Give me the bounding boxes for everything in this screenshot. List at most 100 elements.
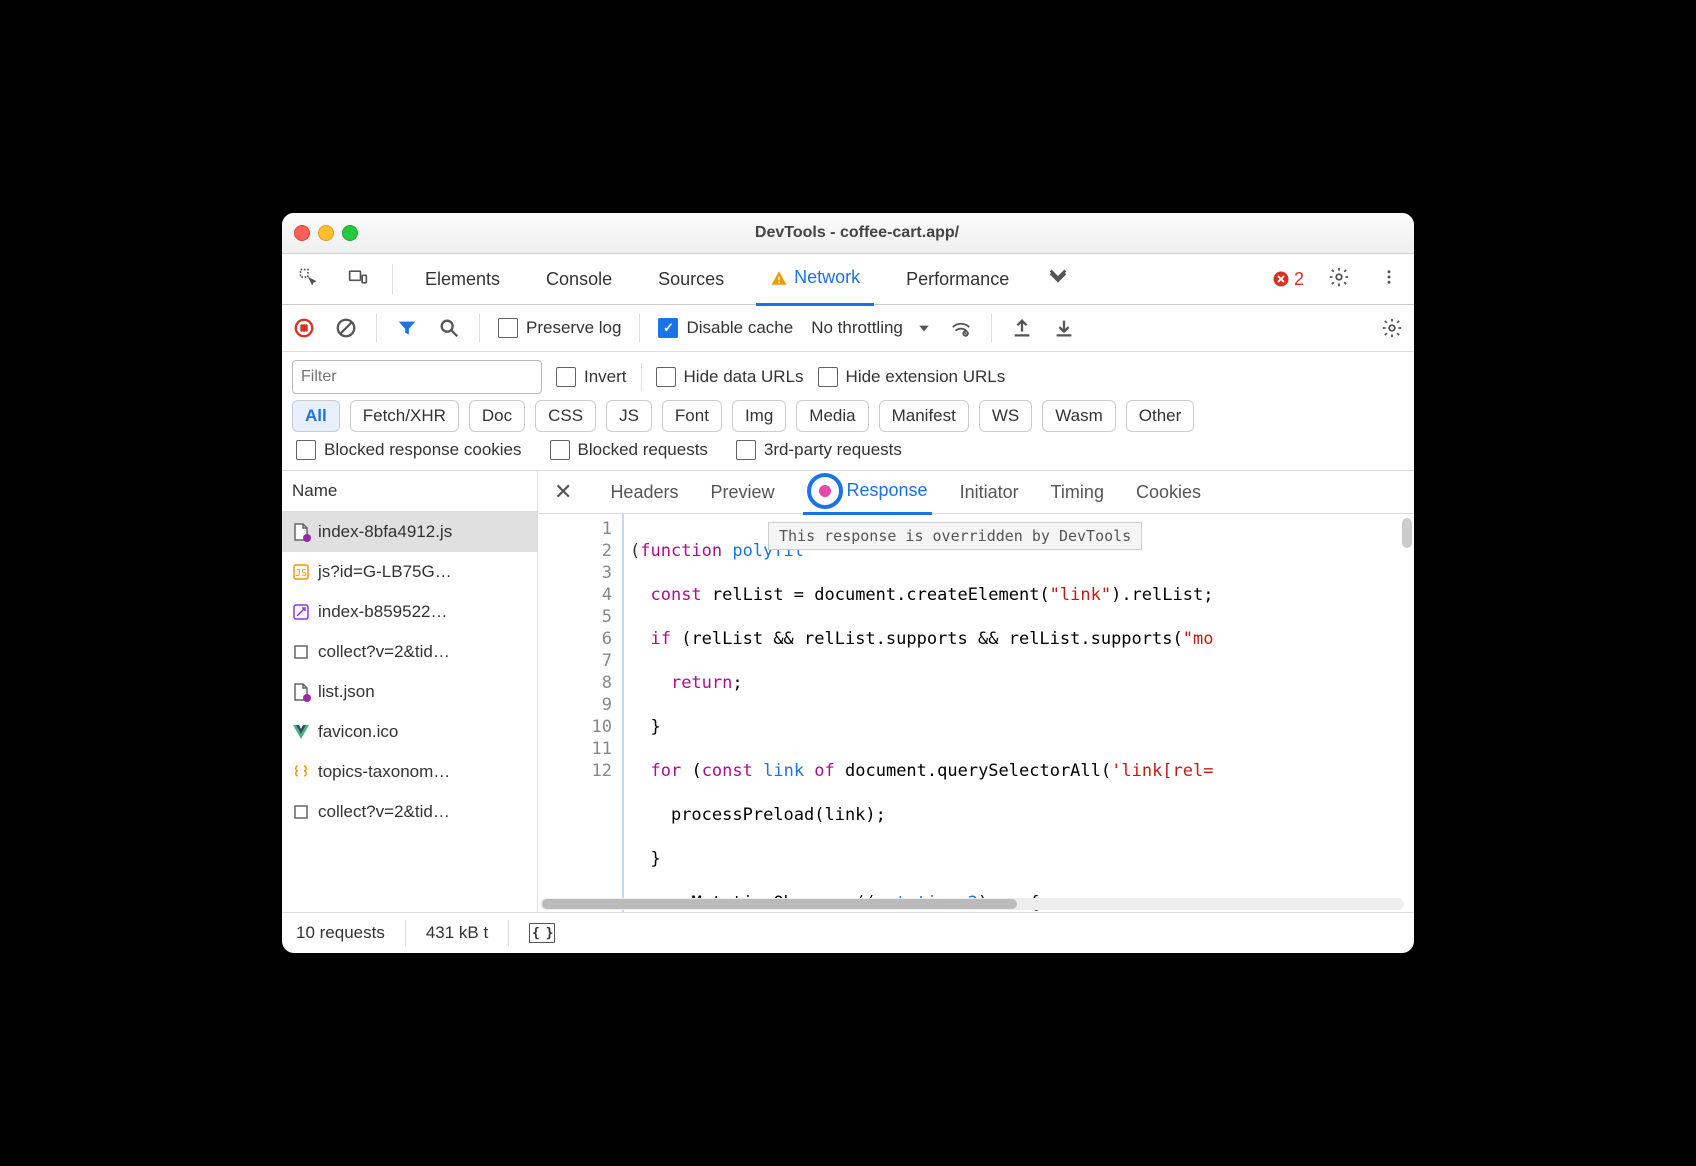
tab-network-label: Network	[794, 267, 860, 288]
throttling-value: No throttling	[811, 318, 903, 338]
pill-css[interactable]: CSS	[535, 400, 596, 432]
network-conditions-button[interactable]	[949, 316, 973, 340]
disable-cache-checkbox[interactable]: Disable cache	[658, 318, 793, 338]
pill-ws[interactable]: WS	[979, 400, 1032, 432]
pill-wasm[interactable]: Wasm	[1042, 400, 1116, 432]
request-item[interactable]: list.json	[282, 672, 537, 712]
tab-divider	[392, 264, 393, 294]
network-settings-button[interactable]	[1380, 316, 1404, 340]
type-filter-row: All Fetch/XHR Doc CSS JS Font Img Media …	[282, 398, 1414, 438]
tab-network[interactable]: Network	[756, 253, 874, 306]
checkbox-icon	[556, 367, 576, 387]
window-title: DevTools - coffee-cart.app/	[358, 224, 1356, 242]
toolbar-separator	[479, 314, 480, 342]
close-window-button[interactable]	[294, 225, 310, 241]
tab-sources[interactable]: Sources	[644, 254, 738, 304]
request-item[interactable]: index-b859522…	[282, 592, 537, 632]
request-name: collect?v=2&tid…	[318, 802, 450, 822]
detail-tab-response[interactable]: Response	[803, 471, 932, 515]
filter-toggle-button[interactable]	[395, 316, 419, 340]
tab-performance[interactable]: Performance	[892, 254, 1023, 304]
request-item[interactable]: collect?v=2&tid…	[282, 632, 537, 672]
clear-button[interactable]	[334, 316, 358, 340]
vertical-scrollbar[interactable]	[1402, 518, 1412, 548]
record-button[interactable]	[292, 316, 316, 340]
detail-tab-headers[interactable]: Headers	[606, 471, 682, 513]
horizontal-scrollbar[interactable]	[540, 898, 1404, 910]
hide-data-urls-checkbox[interactable]: Hide data URLs	[656, 367, 804, 387]
checkbox-icon	[656, 367, 676, 387]
request-item[interactable]: favicon.ico	[282, 712, 537, 752]
line-number: 10	[542, 716, 612, 738]
line-number: 12	[542, 760, 612, 782]
warning-icon	[770, 269, 788, 287]
search-button[interactable]	[437, 316, 461, 340]
footer-divider	[508, 920, 509, 946]
hide-data-urls-label: Hide data URLs	[684, 367, 804, 387]
maximize-window-button[interactable]	[342, 225, 358, 241]
request-item[interactable]: collect?v=2&tid…	[282, 792, 537, 832]
tab-console[interactable]: Console	[532, 254, 626, 304]
line-number: 3	[542, 562, 612, 584]
settings-button[interactable]	[1322, 266, 1356, 293]
pill-manifest[interactable]: Manifest	[879, 400, 969, 432]
upload-har-button[interactable]	[1010, 316, 1034, 340]
blocked-requests-checkbox[interactable]: Blocked requests	[550, 440, 708, 460]
pill-all[interactable]: All	[292, 400, 340, 432]
override-dot-icon	[303, 534, 311, 542]
request-item[interactable]: index-8bfa4912.js	[282, 512, 537, 552]
pretty-print-button[interactable]: { }	[529, 923, 555, 943]
pill-media[interactable]: Media	[796, 400, 868, 432]
response-code-view[interactable]: 1 2 3 4 5 6 7 8 9 10 11 12 (function pol…	[538, 514, 1414, 912]
error-count-badge[interactable]: 2	[1272, 269, 1304, 290]
detail-tab-initiator[interactable]: Initiator	[956, 471, 1023, 513]
footer-divider	[405, 920, 406, 946]
request-detail: ✕ Headers Preview Response Initiator Tim…	[538, 471, 1414, 912]
pill-doc[interactable]: Doc	[469, 400, 525, 432]
tab-elements[interactable]: Elements	[411, 254, 514, 304]
more-tabs-button[interactable]	[1041, 266, 1075, 293]
request-list-header[interactable]: Name	[282, 471, 537, 512]
scrollbar-thumb[interactable]	[542, 899, 1017, 909]
request-name: index-b859522…	[318, 602, 447, 622]
preserve-log-checkbox[interactable]: Preserve log	[498, 318, 621, 338]
blocked-cookies-checkbox[interactable]: Blocked response cookies	[296, 440, 522, 460]
invert-checkbox[interactable]: Invert	[556, 367, 627, 387]
request-name: list.json	[318, 682, 375, 702]
checkbox-icon	[498, 318, 518, 338]
blocked-cookies-label: Blocked response cookies	[324, 440, 522, 460]
toolbar-separator	[376, 314, 377, 342]
devtools-window: DevTools - coffee-cart.app/ Elements Con…	[282, 213, 1414, 953]
network-toolbar: Preserve log Disable cache No throttling	[282, 305, 1414, 352]
third-party-checkbox[interactable]: 3rd-party requests	[736, 440, 902, 460]
device-mode-icon[interactable]	[342, 267, 374, 292]
kebab-menu-button[interactable]	[1374, 268, 1404, 291]
throttling-select[interactable]: No throttling	[811, 318, 931, 338]
chevron-down-icon	[917, 321, 931, 335]
pill-font[interactable]: Font	[662, 400, 722, 432]
pill-img[interactable]: Img	[732, 400, 786, 432]
svg-text:JS: JS	[295, 568, 307, 579]
request-name: js?id=G-LB75G…	[318, 562, 452, 582]
detail-tab-preview[interactable]: Preview	[706, 471, 778, 513]
detail-tab-timing[interactable]: Timing	[1047, 471, 1108, 513]
inspect-element-icon[interactable]	[292, 267, 324, 292]
pill-other[interactable]: Other	[1126, 400, 1195, 432]
request-item[interactable]: JS js?id=G-LB75G…	[282, 552, 537, 592]
line-number: 11	[542, 738, 612, 760]
detail-tab-cookies[interactable]: Cookies	[1132, 471, 1205, 513]
filter-input[interactable]	[292, 360, 542, 394]
toolbar-separator	[639, 314, 640, 342]
pill-fetch-xhr[interactable]: Fetch/XHR	[350, 400, 459, 432]
download-har-button[interactable]	[1052, 316, 1076, 340]
override-tooltip: This response is overridden by DevTools	[768, 522, 1142, 550]
pill-js[interactable]: JS	[606, 400, 652, 432]
request-item[interactable]: topics-taxonom…	[282, 752, 537, 792]
minimize-window-button[interactable]	[318, 225, 334, 241]
line-number: 8	[542, 672, 612, 694]
checkbox-icon	[296, 440, 316, 460]
hide-extension-urls-checkbox[interactable]: Hide extension URLs	[818, 367, 1006, 387]
script-file-icon: JS	[292, 563, 310, 581]
main-tabs: Elements Console Sources Network Perform…	[282, 254, 1414, 305]
close-detail-button[interactable]: ✕	[554, 479, 582, 505]
